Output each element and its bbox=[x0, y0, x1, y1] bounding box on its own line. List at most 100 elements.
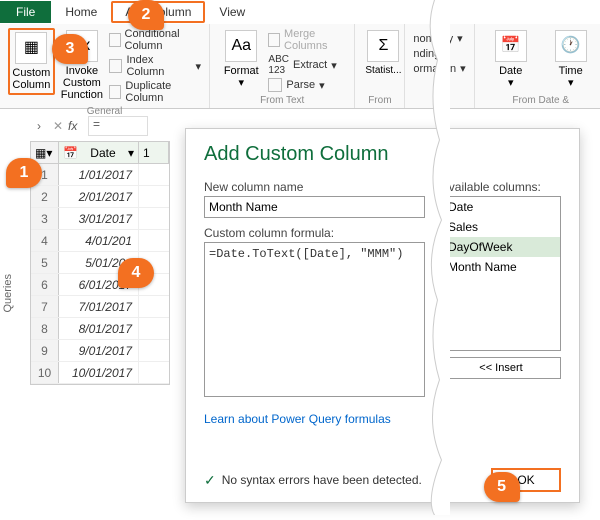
row-number: 3 bbox=[31, 208, 59, 229]
tab-view[interactable]: View bbox=[205, 1, 259, 23]
format-icon: Aa bbox=[225, 30, 257, 62]
index-column-button[interactable]: Index Column ▾ bbox=[109, 54, 201, 78]
merge-columns-button[interactable]: Merge Columns bbox=[268, 28, 346, 52]
group-date-time: 📅 Date▾ 🕐 Time▾ From Date & bbox=[475, 24, 600, 108]
chevron-down-icon: ▾ bbox=[508, 77, 514, 89]
calendar-icon: 📅 bbox=[495, 30, 527, 62]
formula-input[interactable]: =Date.ToText([Date], "MMM") bbox=[204, 242, 425, 397]
check-icon: ✓ bbox=[204, 472, 216, 489]
chevron-down-icon: ▾ bbox=[457, 32, 463, 45]
conditional-column-button[interactable]: Conditional Column bbox=[109, 28, 201, 52]
cell-date[interactable]: 8/01/2017 bbox=[59, 318, 139, 339]
chevron-down-icon: ▾ bbox=[568, 77, 574, 89]
callout-5: 5 bbox=[484, 472, 520, 502]
callout-1: 1 bbox=[6, 158, 42, 188]
expand-icon[interactable]: › bbox=[30, 119, 48, 133]
cell-date[interactable]: 4/01/201 bbox=[59, 230, 139, 251]
cancel-icon[interactable]: ✕ bbox=[48, 119, 68, 133]
row-number: 10 bbox=[31, 362, 59, 383]
trigonometry-button[interactable]: nometry ▾ bbox=[413, 32, 465, 45]
cell-date[interactable]: 3/01/2017 bbox=[59, 208, 139, 229]
syntax-status: ✓ No syntax errors have been detected. bbox=[204, 472, 422, 489]
tab-file[interactable]: File bbox=[0, 1, 51, 23]
group-label-number: From bbox=[363, 95, 396, 106]
cell-date[interactable]: 9/01/2017 bbox=[59, 340, 139, 361]
tab-home[interactable]: Home bbox=[51, 1, 111, 23]
table-row[interactable]: 11/01/2017 bbox=[31, 164, 169, 186]
row-number: 6 bbox=[31, 274, 59, 295]
table-row[interactable]: 1010/01/2017 bbox=[31, 362, 169, 384]
table-row[interactable]: 44/01/201 bbox=[31, 230, 169, 252]
ribbon-tabs: File Home Add Column View bbox=[0, 0, 600, 24]
row-number: 5 bbox=[31, 252, 59, 273]
group-general: ▦ Custom Column ƒx Invoke Custom Functio… bbox=[0, 24, 210, 108]
fx-icon: fx bbox=[68, 119, 88, 133]
column-header-extra[interactable]: 1 bbox=[139, 142, 169, 163]
chevron-down-icon: ▾ bbox=[319, 79, 325, 92]
table-row[interactable]: 22/01/2017 bbox=[31, 186, 169, 208]
parse-button[interactable]: Parse ▾ bbox=[268, 78, 346, 92]
group-number-right: nometry ▾ nding ▾ ormation ▾ bbox=[405, 24, 474, 108]
group-label-text: From Text bbox=[218, 95, 346, 106]
new-column-name-label: New column name bbox=[204, 180, 425, 194]
cell-date[interactable]: 2/01/2017 bbox=[59, 186, 139, 207]
chevron-down-icon: ▾ bbox=[444, 47, 450, 60]
queries-pane-tab[interactable]: Queries bbox=[2, 274, 14, 313]
duplicate-column-button[interactable]: Duplicate Column bbox=[109, 80, 201, 104]
table-row[interactable]: 33/01/2017 bbox=[31, 208, 169, 230]
merge-icon bbox=[268, 33, 280, 47]
add-custom-column-dialog: Add Custom Column New column name Custom… bbox=[185, 128, 580, 503]
row-number: 8 bbox=[31, 318, 59, 339]
formula-label: Custom column formula: bbox=[204, 226, 425, 240]
table-row[interactable]: 88/01/2017 bbox=[31, 318, 169, 340]
row-number: 7 bbox=[31, 296, 59, 317]
chevron-down-icon: ▾ bbox=[460, 62, 466, 75]
new-column-name-input[interactable] bbox=[204, 196, 425, 218]
custom-column-button[interactable]: ▦ Custom Column bbox=[8, 28, 55, 95]
information-button[interactable]: ormation ▾ bbox=[413, 62, 465, 75]
callout-3: 3 bbox=[52, 34, 88, 64]
date-button[interactable]: 📅 Date▾ bbox=[483, 28, 539, 91]
learn-link[interactable]: Learn about Power Query formulas bbox=[204, 412, 425, 426]
extract-button[interactable]: ABC123 Extract ▾ bbox=[268, 54, 346, 76]
cell-date[interactable]: 1/01/2017 bbox=[59, 164, 139, 185]
group-from-number: Σ Statist... From bbox=[355, 24, 405, 108]
column-header-date[interactable]: 📅Date▾ bbox=[59, 142, 139, 163]
insert-button[interactable]: << Insert bbox=[441, 357, 561, 379]
conditional-icon bbox=[109, 33, 121, 47]
chevron-down-icon: ▾ bbox=[196, 60, 202, 73]
parse-icon bbox=[268, 78, 282, 92]
chevron-down-icon: ▾ bbox=[331, 59, 337, 72]
chevron-down-icon: ▾ bbox=[238, 77, 244, 89]
table-row[interactable]: 77/01/2017 bbox=[31, 296, 169, 318]
clock-icon: 🕐 bbox=[555, 30, 587, 62]
sigma-icon: Σ bbox=[367, 30, 399, 62]
available-column-item[interactable]: DayOfWeek bbox=[442, 237, 560, 257]
available-columns-label: Available columns: bbox=[441, 180, 561, 194]
available-column-item[interactable]: Sales bbox=[442, 217, 560, 237]
group-label-datetime: From Date & bbox=[483, 95, 599, 106]
custom-column-icon: ▦ bbox=[15, 32, 47, 64]
available-columns-list[interactable]: DateSalesDayOfWeekMonth Name bbox=[441, 196, 561, 351]
row-number: 9 bbox=[31, 340, 59, 361]
available-column-item[interactable]: Month Name bbox=[442, 257, 560, 277]
cell-date[interactable]: 10/01/2017 bbox=[59, 362, 139, 383]
ribbon: ▦ Custom Column ƒx Invoke Custom Functio… bbox=[0, 24, 600, 109]
callout-2: 2 bbox=[128, 0, 164, 30]
rounding-button[interactable]: nding ▾ bbox=[413, 47, 465, 60]
callout-4: 4 bbox=[118, 258, 154, 288]
available-column-item[interactable]: Date bbox=[442, 197, 560, 217]
statistics-button[interactable]: Σ Statist... bbox=[363, 28, 403, 78]
group-from-text: Aa Format▾ Merge Columns ABC123 Extract … bbox=[210, 24, 355, 108]
format-button[interactable]: Aa Format▾ bbox=[218, 28, 264, 91]
row-number: 4 bbox=[31, 230, 59, 251]
chevron-down-icon[interactable]: ▾ bbox=[128, 146, 134, 160]
duplicate-icon bbox=[109, 85, 121, 99]
table-row[interactable]: 99/01/2017 bbox=[31, 340, 169, 362]
dialog-title: Add Custom Column bbox=[204, 143, 561, 166]
cell-date[interactable]: 7/01/2017 bbox=[59, 296, 139, 317]
time-button[interactable]: 🕐 Time▾ bbox=[543, 28, 599, 91]
formula-input[interactable]: = bbox=[88, 116, 148, 136]
index-icon bbox=[109, 59, 123, 73]
row-number: 2 bbox=[31, 186, 59, 207]
